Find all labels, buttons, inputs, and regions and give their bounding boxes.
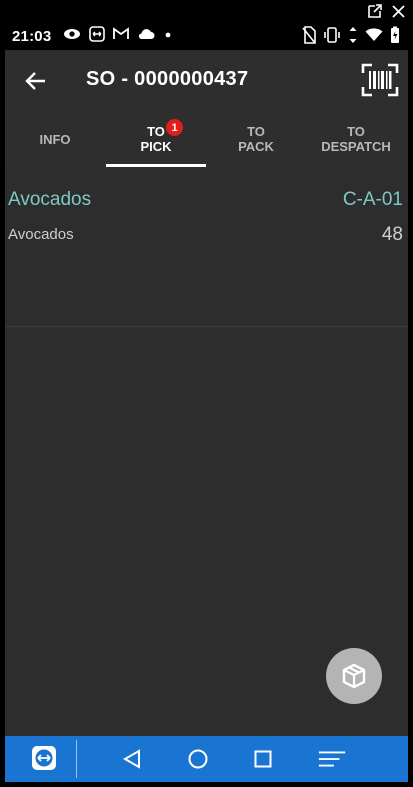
package-icon (342, 663, 366, 689)
barcode-scan-button[interactable] (360, 62, 400, 98)
window-title-bar (0, 0, 413, 22)
vibrate-icon (323, 26, 341, 49)
gmail-icon (113, 27, 130, 45)
close-icon[interactable] (389, 2, 407, 20)
menu-lines-icon (318, 751, 346, 767)
package-fab-button[interactable] (326, 648, 382, 704)
pick-count-badge: 1 (166, 119, 183, 136)
square-recents-icon (254, 750, 272, 768)
wifi-icon (365, 28, 383, 47)
teamviewer-icon (32, 746, 56, 770)
barcode-icon (361, 63, 399, 97)
nav-home-button[interactable] (183, 744, 213, 774)
tab-to-despatch[interactable]: TO DESPATCH (306, 110, 406, 168)
tab-info[interactable]: INFO (5, 110, 105, 168)
tab-to-pick[interactable]: TO PICK (106, 110, 206, 168)
cloud-icon (137, 27, 155, 45)
item-name: Avocados (8, 189, 92, 210)
teamviewer-icon (89, 25, 106, 47)
no-sim-icon (302, 26, 316, 49)
triangle-back-icon (122, 749, 140, 769)
item-quantity: 48 (381, 224, 403, 245)
status-bar: 21:03 (5, 22, 408, 50)
data-transfer-icon (348, 26, 358, 49)
nav-recents-button[interactable] (248, 744, 278, 774)
active-tab-indicator (106, 164, 206, 167)
back-arrow-icon (25, 72, 45, 90)
pick-list: Avocados C-A-01 Avocados 48 (5, 168, 408, 327)
app-bar: SO - 0000000437 (5, 50, 408, 110)
teamviewer-button[interactable] (31, 745, 57, 771)
nav-back-button[interactable] (117, 744, 147, 774)
back-button[interactable] (19, 64, 53, 98)
item-location: C-A-01 (342, 189, 403, 210)
page-title: SO - 0000000437 (86, 68, 249, 90)
item-description: Avocados (8, 226, 74, 243)
tab-to-pack[interactable]: TO PACK (206, 110, 306, 168)
status-time: 21:03 (12, 27, 52, 45)
system-nav-bar (5, 736, 408, 782)
battery-icon (390, 26, 400, 49)
eye-icon (63, 27, 81, 45)
list-item[interactable]: Avocados C-A-01 Avocados 48 (5, 168, 408, 327)
nav-menu-button[interactable] (317, 744, 347, 774)
phone-screen: 21:03 SO - 0000000437 INFO TO PICK 1 TO … (5, 22, 408, 782)
nav-divider (76, 740, 77, 778)
open-external-icon[interactable] (366, 2, 384, 20)
tab-bar: INFO TO PICK 1 TO PACK TO DESPATCH (5, 110, 408, 168)
notification-dot-icon (163, 27, 173, 45)
circle-home-icon (188, 749, 208, 769)
